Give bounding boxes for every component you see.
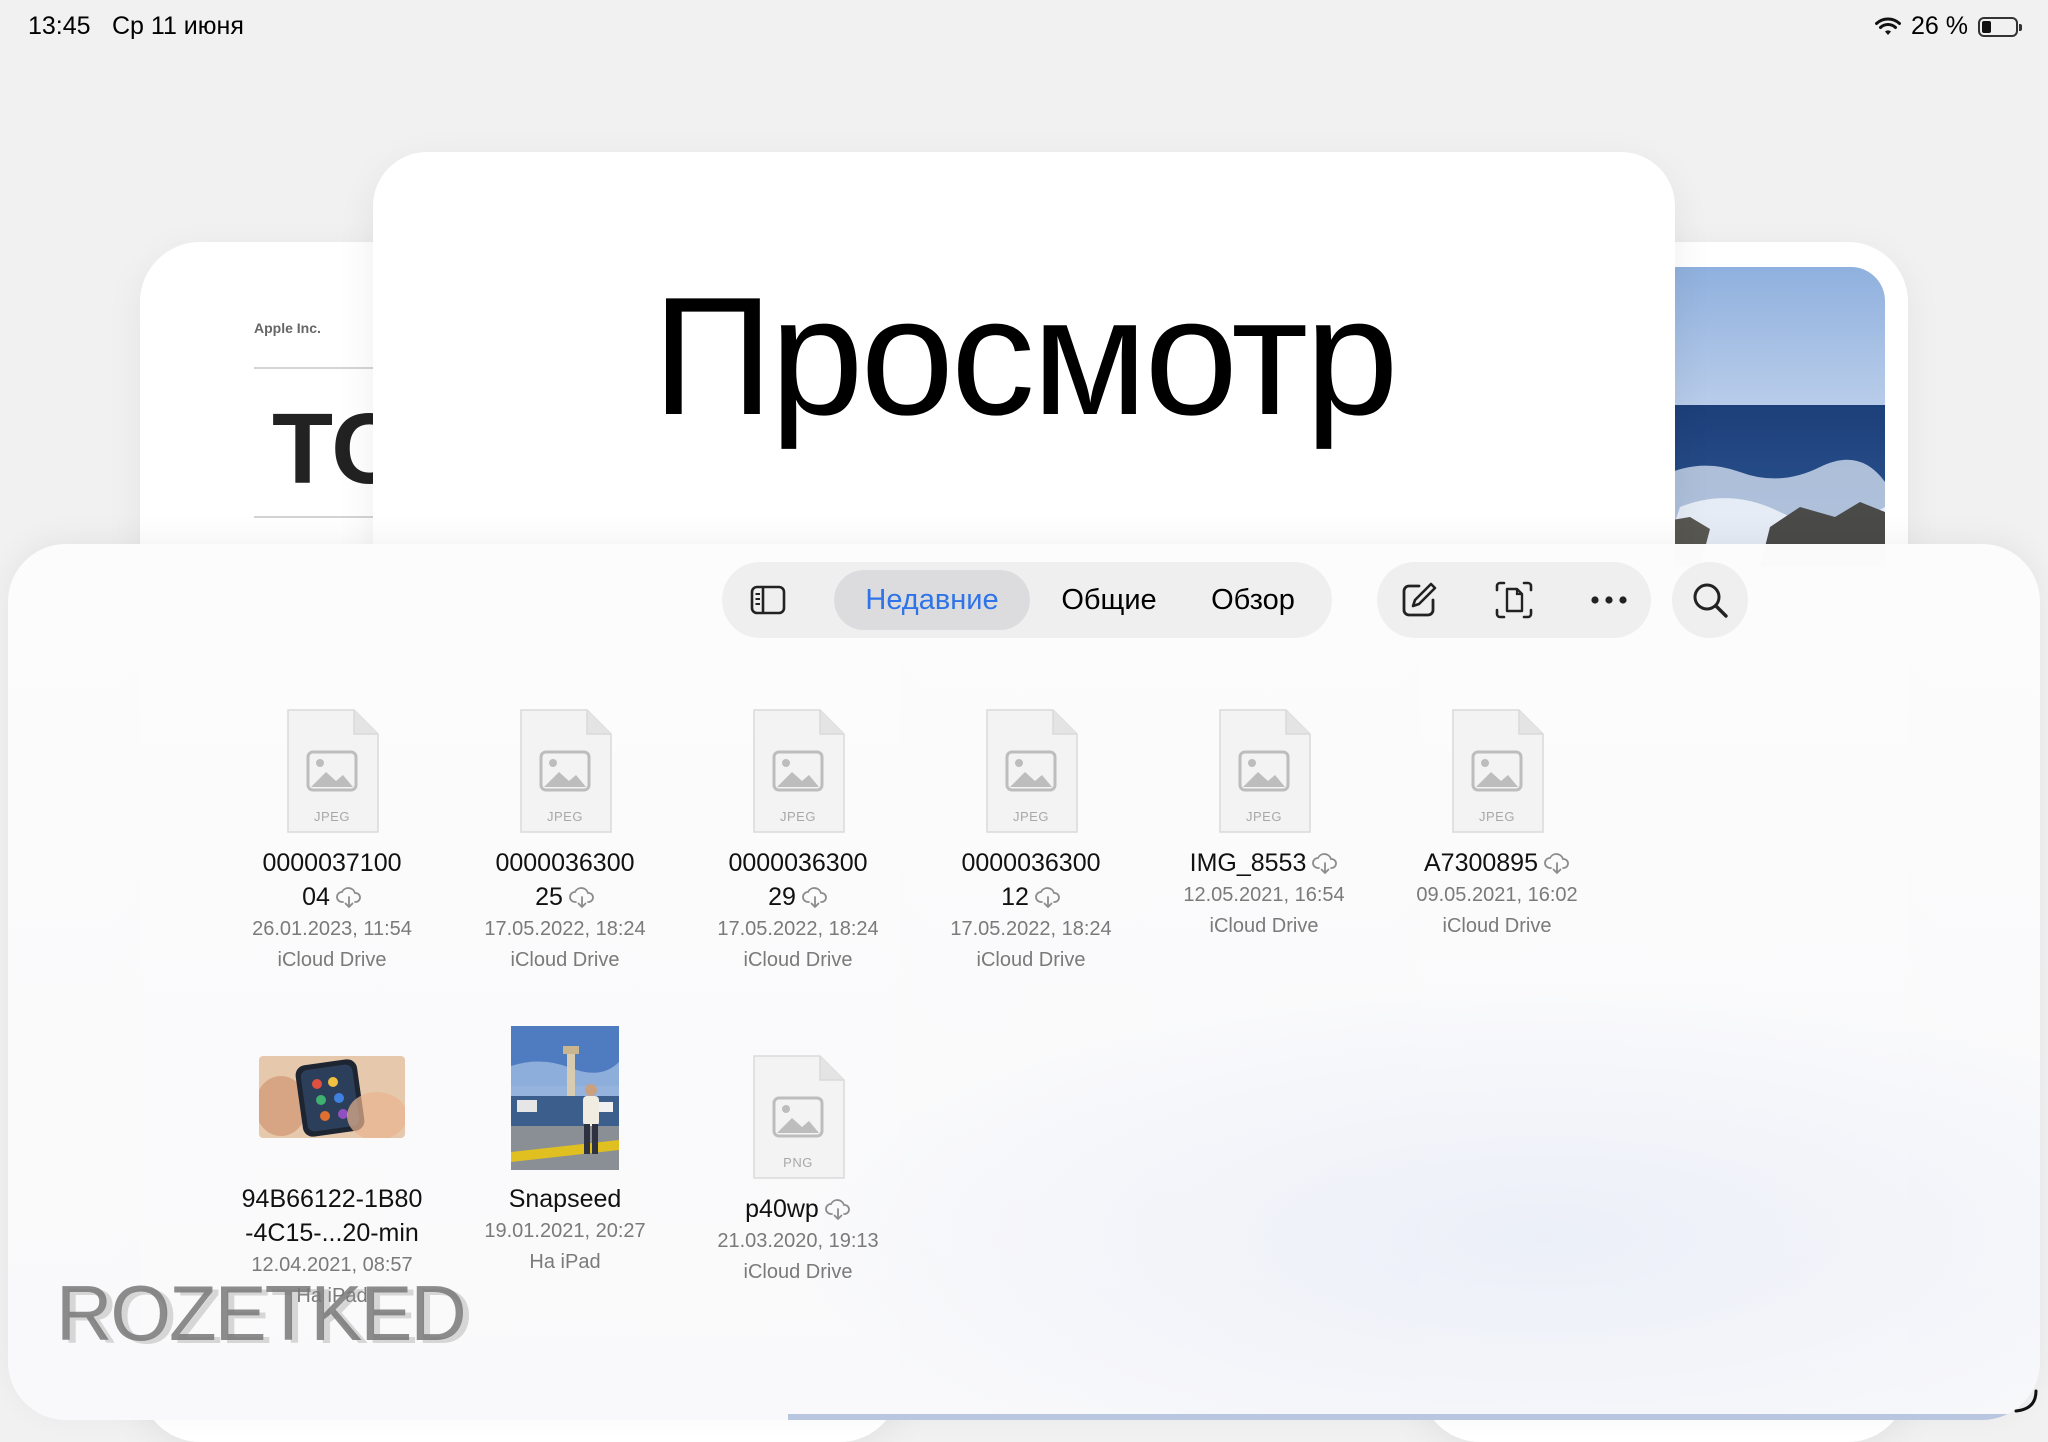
file-name: 0000036300 12 <box>915 846 1147 914</box>
file-location: На iPad <box>529 1251 601 1273</box>
file-item[interactable]: JPEG A7300895 09.05.2021, 16:02 iCloud Driv… <box>1381 684 1613 942</box>
file-thumbnail: PNG <box>682 1024 914 1180</box>
file-name: 94B66122-1B80 -4C15-...20-min <box>216 1182 448 1250</box>
cloud-download-icon <box>1035 887 1060 909</box>
file-name-text: 0000037100 04 <box>262 849 402 911</box>
search-icon <box>1693 583 1728 618</box>
file-thumbnail <box>216 1024 448 1170</box>
file-thumbnail: JPEG <box>1381 684 1613 834</box>
file-name: 0000036300 25 <box>449 846 681 914</box>
file-date: 17.05.2022, 18:24 <box>484 918 646 940</box>
status-bar: 13:45 Ср 11 июня 26 % <box>0 0 2048 56</box>
compose-icon <box>1402 582 1437 617</box>
file-name: IMG_8553 <box>1148 846 1380 880</box>
cloud-download-icon <box>569 887 594 909</box>
file-name: p40wp <box>682 1192 914 1226</box>
status-date: Ср 11 июня <box>112 12 244 40</box>
file-location: iCloud Drive <box>277 949 387 971</box>
image-file-icon: JPEG <box>284 708 380 834</box>
file-location: iCloud Drive <box>743 949 853 971</box>
photo-thumbnail <box>259 1056 405 1138</box>
file-name-text: p40wp <box>745 1195 819 1223</box>
compose-button[interactable] <box>1395 576 1443 624</box>
file-name: 0000037100 04 <box>216 846 448 914</box>
file-location: iCloud Drive <box>510 949 620 971</box>
file-location: iCloud Drive <box>976 949 1086 971</box>
file-date: 17.05.2022, 18:24 <box>717 918 879 940</box>
background-edge <box>788 1414 2028 1420</box>
wifi-icon <box>1875 17 1902 35</box>
image-file-icon: JPEG <box>1216 708 1312 834</box>
battery-percent: 26 % <box>1911 12 1968 40</box>
file-date: 21.03.2020, 19:13 <box>717 1230 879 1252</box>
document-author: Apple Inc. <box>254 320 321 336</box>
file-item[interactable]: JPEG 0000036300 25 17.05.2022, 18:24 iCloud… <box>449 684 681 976</box>
image-file-icon: JPEG <box>517 708 613 834</box>
scan-document-icon <box>1495 581 1533 619</box>
battery-icon <box>1978 16 2022 37</box>
file-thumbnail: JPEG <box>682 684 914 834</box>
tab-recent[interactable]: Недавние <box>834 570 1030 630</box>
more-icon <box>1591 596 1627 604</box>
file-name-text: 94B66122-1B80 -4C15-...20-min <box>241 1185 423 1247</box>
photo-thumbnail <box>511 1026 619 1170</box>
file-date: 19.01.2021, 20:27 <box>484 1220 646 1242</box>
scan-document-button[interactable] <box>1490 576 1538 624</box>
file-name-text: IMG_8553 <box>1189 849 1307 877</box>
file-name-text: 0000036300 12 <box>961 849 1101 911</box>
file-item[interactable]: JPEG 0000037100 04 26.01.2023, 11:54 iCloud… <box>216 684 448 976</box>
navigation-bar: Недавние Общие Обзор <box>722 562 1332 638</box>
file-item[interactable]: JPEG IMG_8553 12.05.2021, 16:54 iCloud Driv… <box>1148 684 1380 942</box>
more-button[interactable] <box>1585 576 1633 624</box>
file-name: Snapseed <box>449 1182 681 1216</box>
file-name-text: Snapseed <box>508 1185 622 1213</box>
file-thumbnail: JPEG <box>1148 684 1380 834</box>
preview-app-card: Просмотр <box>373 152 1675 612</box>
tab-browse[interactable]: Обзор <box>1188 570 1318 630</box>
cloud-download-icon <box>336 887 361 909</box>
sidebar-toggle-button[interactable] <box>744 576 792 624</box>
file-name-text: 0000036300 29 <box>728 849 868 911</box>
file-thumbnail: JPEG <box>915 684 1147 834</box>
image-file-icon: PNG <box>750 1054 846 1180</box>
cloud-download-icon <box>802 887 827 909</box>
file-item[interactable]: PNG p40wp 21.03.2020, 19:13 iCloud Drive <box>682 1024 914 1288</box>
file-item[interactable]: Snapseed 19.01.2021, 20:27 На iPad <box>449 1024 681 1278</box>
tab-shared[interactable]: Общие <box>1044 570 1174 630</box>
corner-resize-icon[interactable] <box>2012 1387 2040 1415</box>
file-name: A7300895 <box>1381 846 1613 880</box>
file-item[interactable]: JPEG 0000036300 29 17.05.2022, 18:24 iCloud… <box>682 684 914 976</box>
watermark: ROZETKED <box>56 1269 467 1357</box>
image-file-icon: JPEG <box>750 708 846 834</box>
image-file-icon: JPEG <box>983 708 1079 834</box>
cloud-download-icon <box>825 1199 850 1221</box>
background-tint <box>788 974 2040 1414</box>
file-name-text: A7300895 <box>1423 849 1538 877</box>
cloud-download-icon <box>1312 853 1338 875</box>
file-name-text: 0000036300 25 <box>495 849 635 911</box>
cloud-download-icon <box>1544 853 1569 875</box>
file-name: 0000036300 29 <box>682 846 914 914</box>
image-file-icon: JPEG <box>1449 708 1545 834</box>
file-date: 17.05.2022, 18:24 <box>950 918 1112 940</box>
actions-bar <box>1377 562 1651 638</box>
app-title: Просмотр <box>652 262 1398 450</box>
file-location: iCloud Drive <box>743 1261 853 1283</box>
file-thumbnail: JPEG <box>449 684 681 834</box>
file-location: iCloud Drive <box>1442 915 1552 937</box>
file-item[interactable]: JPEG 0000036300 12 17.05.2022, 18:24 iCloud… <box>915 684 1147 976</box>
file-thumbnail: JPEG <box>216 684 448 834</box>
sidebar-icon <box>750 585 786 615</box>
file-location: iCloud Drive <box>1209 915 1319 937</box>
file-date: 26.01.2023, 11:54 <box>252 918 412 940</box>
file-date: 12.05.2021, 16:54 <box>1183 884 1345 906</box>
file-thumbnail <box>449 1024 681 1170</box>
status-indicators: 26 % <box>1875 12 2022 41</box>
file-date: 09.05.2021, 16:02 <box>1416 884 1578 906</box>
status-time: 13:45 <box>28 12 91 40</box>
search-button[interactable] <box>1672 562 1748 638</box>
sea-photo <box>1660 267 1885 567</box>
